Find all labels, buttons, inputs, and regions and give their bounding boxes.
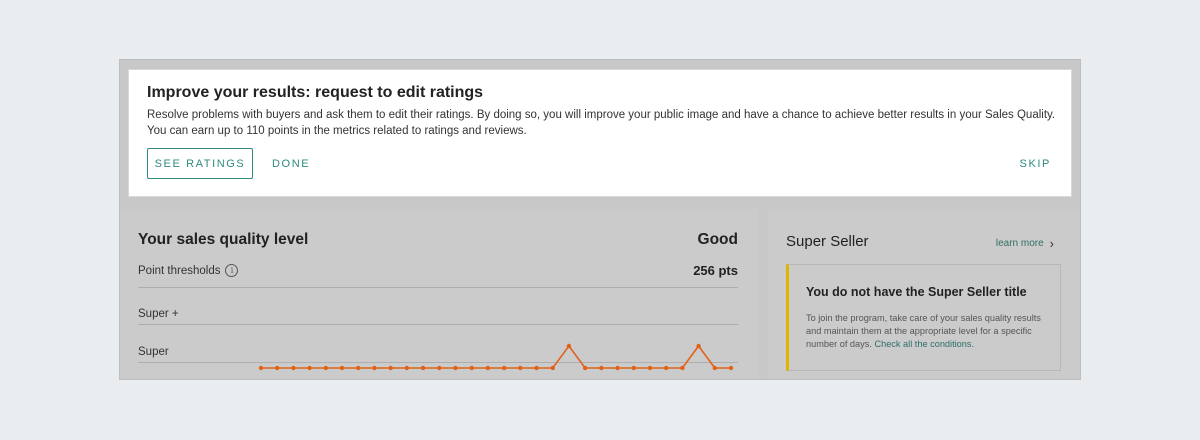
super-seller-status-text: To join the program, take care of your s… xyxy=(806,312,1046,351)
data-point xyxy=(631,365,636,371)
super-seller-panel: Super Seller learn more › You do not hav… xyxy=(768,209,1080,379)
data-point xyxy=(307,365,312,371)
data-point xyxy=(663,365,669,371)
data-point xyxy=(501,365,507,371)
data-point xyxy=(566,343,572,349)
skip-button[interactable]: SKIP xyxy=(1020,148,1051,179)
data-point xyxy=(339,365,345,371)
learn-more-link[interactable]: learn more › xyxy=(996,236,1054,251)
chevron-right-icon: › xyxy=(1049,236,1054,251)
super-seller-status-title: You do not have the Super Seller title xyxy=(806,285,1027,299)
series-line xyxy=(261,344,731,369)
data-point xyxy=(582,365,588,371)
data-point xyxy=(485,365,491,371)
data-point xyxy=(356,365,361,371)
data-point xyxy=(420,365,426,371)
check-conditions-link[interactable]: Check all the conditions. xyxy=(874,339,974,349)
data-point xyxy=(258,365,264,371)
data-point xyxy=(647,365,653,371)
data-point xyxy=(437,365,442,371)
data-point xyxy=(534,365,539,371)
data-point xyxy=(453,365,458,371)
overlay-frame: Improve your results: request to edit ra… xyxy=(119,59,1081,380)
data-point xyxy=(404,365,410,371)
super-seller-title: Super Seller xyxy=(786,233,869,250)
quality-line-chart xyxy=(258,343,734,371)
data-point xyxy=(323,365,329,371)
data-point xyxy=(696,343,701,349)
data-point xyxy=(728,365,734,371)
data-point xyxy=(372,365,377,371)
data-point xyxy=(599,365,604,371)
see-ratings-button[interactable]: SEE RATINGS xyxy=(147,148,253,179)
super-seller-status-box: You do not have the Super Seller title T… xyxy=(786,264,1061,371)
banner-description: Resolve problems with buyers and ask the… xyxy=(147,109,1056,137)
data-point xyxy=(275,365,280,371)
data-point xyxy=(469,365,474,371)
done-button[interactable]: DONE xyxy=(272,148,310,179)
sales-quality-panel: Your sales quality level Good Point thre… xyxy=(120,209,758,379)
data-point xyxy=(518,365,523,371)
data-point xyxy=(615,365,620,371)
learn-more-text: learn more xyxy=(995,238,1044,249)
banner-title: Improve your results: request to edit ra… xyxy=(147,84,484,101)
data-point xyxy=(388,365,393,371)
data-point xyxy=(712,365,717,371)
data-point xyxy=(291,365,296,371)
edit-ratings-banner: Improve your results: request to edit ra… xyxy=(128,69,1072,197)
data-point xyxy=(550,365,555,371)
data-point xyxy=(680,365,685,371)
